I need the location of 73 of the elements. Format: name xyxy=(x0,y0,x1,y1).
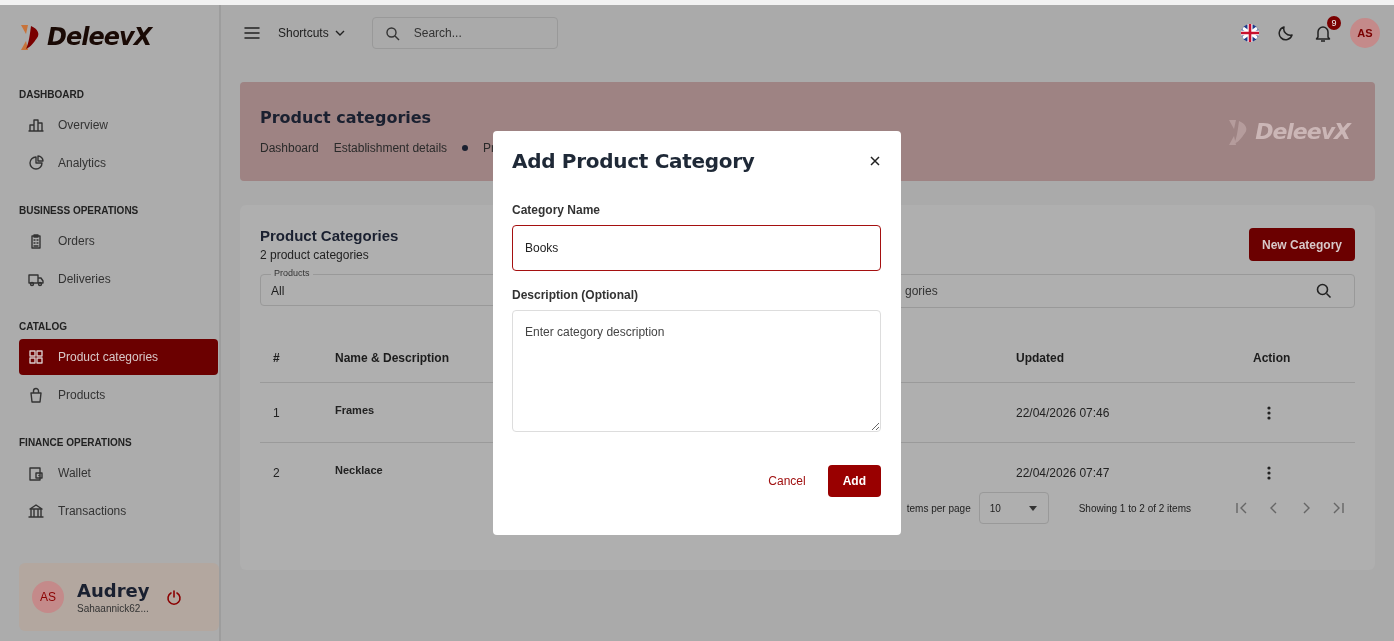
user-email: Sahaannick62... xyxy=(77,603,150,614)
close-icon[interactable] xyxy=(869,155,881,167)
card-title: Product Categories xyxy=(260,227,399,244)
wallet-icon xyxy=(28,465,44,481)
power-icon[interactable] xyxy=(166,589,183,605)
menu-icon[interactable] xyxy=(244,25,260,41)
table-cell-text: Frames xyxy=(335,404,376,416)
avatar[interactable]: AS xyxy=(32,581,64,613)
notification-badge: 9 xyxy=(1327,16,1341,30)
breadcrumb-link[interactable]: Dashboard xyxy=(260,141,319,155)
pie-chart-icon xyxy=(28,155,44,171)
column-header: # xyxy=(273,351,281,365)
column-header: Updated xyxy=(1016,351,1065,365)
avatar[interactable]: AS xyxy=(1350,18,1380,48)
table-cell-text: 22/04/2026 07:46 xyxy=(1016,405,1111,420)
column-header: Name & Description xyxy=(335,351,451,365)
category-count: 2 product categories xyxy=(260,248,370,262)
bell-icon[interactable] xyxy=(1314,24,1332,42)
modal-title: Add Product Category xyxy=(512,149,755,173)
section-title: DASHBOARD xyxy=(19,89,85,100)
search-field[interactable]: Search... xyxy=(371,17,558,49)
section-title: BUSINESS OPERATIONS xyxy=(19,205,140,216)
more-options-icon[interactable] xyxy=(1266,464,1272,481)
select-value: All xyxy=(271,284,285,298)
add-button[interactable]: Add xyxy=(827,465,881,497)
logo-text: DeleevX xyxy=(47,23,152,51)
select-label: Products xyxy=(271,268,313,278)
cancel-button[interactable]: Cancel xyxy=(768,470,806,492)
sidebar-item[interactable]: Overview xyxy=(19,107,218,143)
moon-icon[interactable] xyxy=(1278,24,1296,42)
search-input[interactable]: Search... xyxy=(411,25,536,41)
sidebar-item[interactable]: Transactions xyxy=(19,493,218,529)
sidebar-item[interactable]: Deliveries xyxy=(19,261,218,297)
field-label: Category Name xyxy=(512,203,602,217)
field-label: Description (Optional) xyxy=(512,288,639,302)
category-name-field[interactable]: Books xyxy=(512,225,881,271)
section-title: FINANCE OPERATIONS xyxy=(19,437,133,448)
table-cell-text: Necklace xyxy=(335,464,384,476)
search-input[interactable]: gories xyxy=(903,283,1316,299)
flag-icon[interactable] xyxy=(1240,23,1260,43)
per-page-label: tems per page xyxy=(906,502,971,514)
sidebar-item[interactable]: Product categories xyxy=(19,339,218,375)
search-icon xyxy=(384,25,400,41)
sidebar-item[interactable]: Orders xyxy=(19,223,218,259)
first-page-icon[interactable] xyxy=(1235,501,1249,515)
sidebar-item[interactable]: Products xyxy=(19,377,218,413)
column-header: Action xyxy=(1253,351,1291,365)
clipboard-icon xyxy=(28,233,44,249)
breadcrumb-dot xyxy=(462,145,469,151)
grid-icon xyxy=(28,349,44,365)
logo-icon xyxy=(19,23,41,51)
description-field[interactable]: Enter category description xyxy=(512,310,881,432)
sidebar-item[interactable]: Analytics xyxy=(19,145,218,181)
last-page-icon[interactable] xyxy=(1331,501,1345,515)
dropdown-arrow-icon xyxy=(1027,504,1038,512)
section-title: CATALOG xyxy=(19,321,68,332)
bar-chart-icon xyxy=(28,117,44,133)
sidebar-item[interactable]: Wallet xyxy=(19,455,218,491)
search-icon xyxy=(1316,283,1332,299)
table-cell-text: 22/04/2026 07:47 xyxy=(1016,465,1111,480)
breadcrumb-link[interactable]: Establishment details xyxy=(333,141,448,155)
shopping-bag-icon xyxy=(28,387,44,403)
shortcuts-dropdown[interactable]: Shortcuts xyxy=(278,26,346,40)
per-page-select[interactable]: 10 xyxy=(978,492,1049,524)
bank-icon xyxy=(28,503,44,519)
table-cell-text: 2 xyxy=(273,465,281,480)
pagination-summary: Showing 1 to 2 of 2 items xyxy=(1078,502,1191,514)
new-category-button[interactable]: New Category xyxy=(1248,228,1355,261)
more-options-icon[interactable] xyxy=(1266,404,1272,421)
table-cell-text: 1 xyxy=(273,405,281,420)
truck-icon xyxy=(28,271,44,287)
page-title: Product categories xyxy=(260,108,433,127)
user-name: Audrey xyxy=(77,580,150,601)
